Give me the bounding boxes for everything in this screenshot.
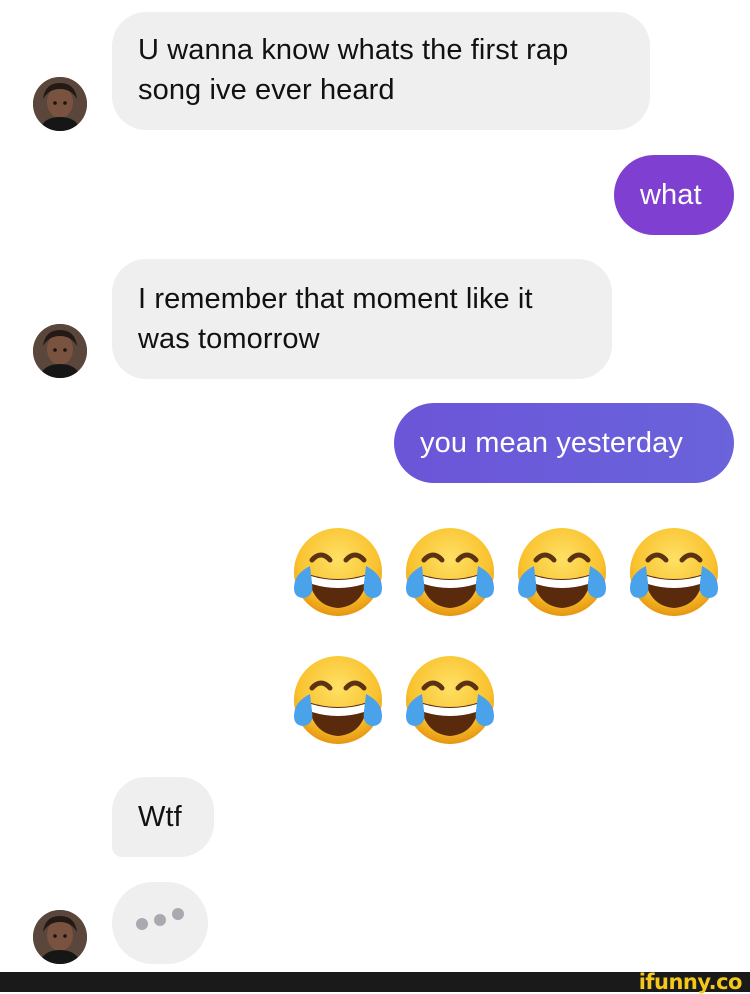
contact-avatar[interactable]	[33, 324, 87, 378]
message-bubble-incoming[interactable]: U wanna know whats the first rap song iv…	[112, 12, 650, 130]
typing-indicator	[112, 882, 208, 964]
face-with-tears-of-joy-icon	[294, 656, 382, 744]
message-text: you mean yesterday	[420, 427, 683, 459]
message-text: was tomorrow	[138, 323, 320, 355]
typing-dot	[172, 908, 184, 920]
typing-dot	[154, 914, 166, 926]
face-with-tears-of-joy-icon	[294, 528, 382, 616]
message-bubble-outgoing[interactable]: what	[614, 155, 734, 235]
message-text: song ive ever heard	[138, 74, 395, 106]
message-text: U wanna know whats the first rap	[138, 34, 569, 66]
ifunny-watermark: ifunny.co	[638, 970, 743, 994]
face-with-tears-of-joy-icon	[406, 656, 494, 744]
face-with-tears-of-joy-icon	[518, 528, 606, 616]
message-text: Wtf	[138, 801, 182, 833]
message-text: I remember that moment like it	[138, 283, 533, 315]
chat-thread: U wanna know whats the first rap song iv…	[0, 0, 750, 972]
message-bubble-outgoing[interactable]: you mean yesterday	[394, 403, 734, 483]
message-bubble-incoming[interactable]: Wtf	[112, 777, 214, 857]
contact-avatar[interactable]	[33, 77, 87, 131]
watermark-bar: ifunny.co	[0, 970, 750, 994]
typing-dot	[136, 918, 148, 930]
face-with-tears-of-joy-icon	[406, 528, 494, 616]
contact-avatar[interactable]	[33, 910, 87, 964]
face-with-tears-of-joy-icon	[630, 528, 718, 616]
emoji-message-row[interactable]	[288, 650, 500, 750]
message-bubble-incoming[interactable]: I remember that moment like it was tomor…	[112, 259, 612, 379]
message-text: what	[640, 179, 702, 211]
emoji-message-row[interactable]	[288, 522, 724, 622]
